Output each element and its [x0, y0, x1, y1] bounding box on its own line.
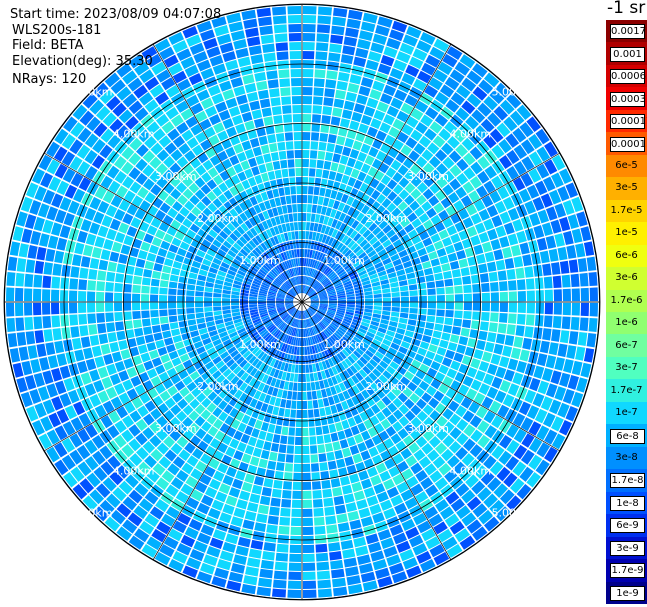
colorbar-label: 6e-8	[610, 428, 645, 444]
colorbar-label: 1e-9	[610, 585, 645, 601]
colorbar-label: 1e-8	[610, 495, 645, 511]
range-label: 1.00km	[239, 338, 281, 351]
colorbar-label: 0.0003	[610, 91, 646, 107]
colorbar-label: 0.00017	[610, 114, 647, 130]
colorbar-label: 3e-7	[615, 362, 638, 374]
colorbar-label: 3e-6	[615, 272, 638, 284]
start-time-text: Start time: 2023/08/09 04:07:08	[10, 7, 222, 22]
colorbar-label: 1.7e-6	[610, 294, 643, 306]
range-label: 1.00km	[323, 338, 365, 351]
range-label: 4.00km	[450, 464, 492, 477]
range-label: 3.00km	[155, 170, 197, 183]
colorbar-label: 6e-7	[615, 339, 638, 351]
colorbar-label: 1.7e-7	[610, 384, 643, 396]
colorbar-label: 0.0017	[610, 24, 646, 40]
instrument-name: WLS200s-181	[12, 23, 102, 38]
elevation-text: Elevation(deg): 35.30	[12, 54, 153, 69]
range-label: 5.00km	[492, 86, 534, 99]
range-label: 1.00km	[323, 254, 365, 267]
colorbar-label: 6e-6	[615, 249, 638, 261]
range-label: 1.00km	[239, 254, 281, 267]
range-label: 4.00km	[450, 128, 492, 141]
colorbar-label: 3e-5	[615, 182, 638, 194]
nrays-text: NRays: 120	[12, 72, 87, 87]
colorbar-label: 1e-7	[615, 407, 638, 419]
range-label: 3.00km	[407, 422, 449, 435]
colorbar-label: 0.001	[610, 46, 645, 62]
range-label: 4.00km	[113, 464, 155, 477]
range-label: 3.00km	[407, 170, 449, 183]
ppi-plot: 1.00km 1.00km 1.00km 1.00km 2.00km 2.00km 2.00…	[3, 3, 601, 601]
range-label: 4.00km	[113, 128, 155, 141]
range-label: 5.00km	[71, 506, 113, 519]
colorbar-label: 1.7e-8	[610, 473, 645, 489]
range-label: 2.00km	[197, 212, 239, 225]
colorbar-label: 1.7e-5	[610, 204, 643, 216]
range-label: 3.00km	[155, 422, 197, 435]
range-label: 2.00km	[365, 212, 407, 225]
colorbar-unit: -1 sr	[607, 0, 646, 18]
colorbar-label: 0.0001	[610, 136, 646, 152]
colorbar-label: 6e-5	[615, 160, 638, 171]
colorbar-label: 3e-9	[610, 540, 645, 556]
range-label: 5.00km	[71, 86, 113, 99]
range-label: 5.00km	[492, 506, 534, 519]
colorbar-label: 1.7e-9	[610, 563, 645, 579]
colorbar-label: 1e-5	[615, 227, 638, 239]
range-label: 2.00km	[365, 380, 407, 393]
field-text: Field: BETA	[12, 38, 84, 53]
colorbar-label: 1e-6	[615, 317, 638, 329]
colorbar-label: 0.0006	[610, 69, 646, 85]
range-label: 2.00km	[197, 380, 239, 393]
colorbar-label: 6e-9	[610, 518, 645, 534]
colorbar-label: 3e-8	[615, 452, 638, 463]
